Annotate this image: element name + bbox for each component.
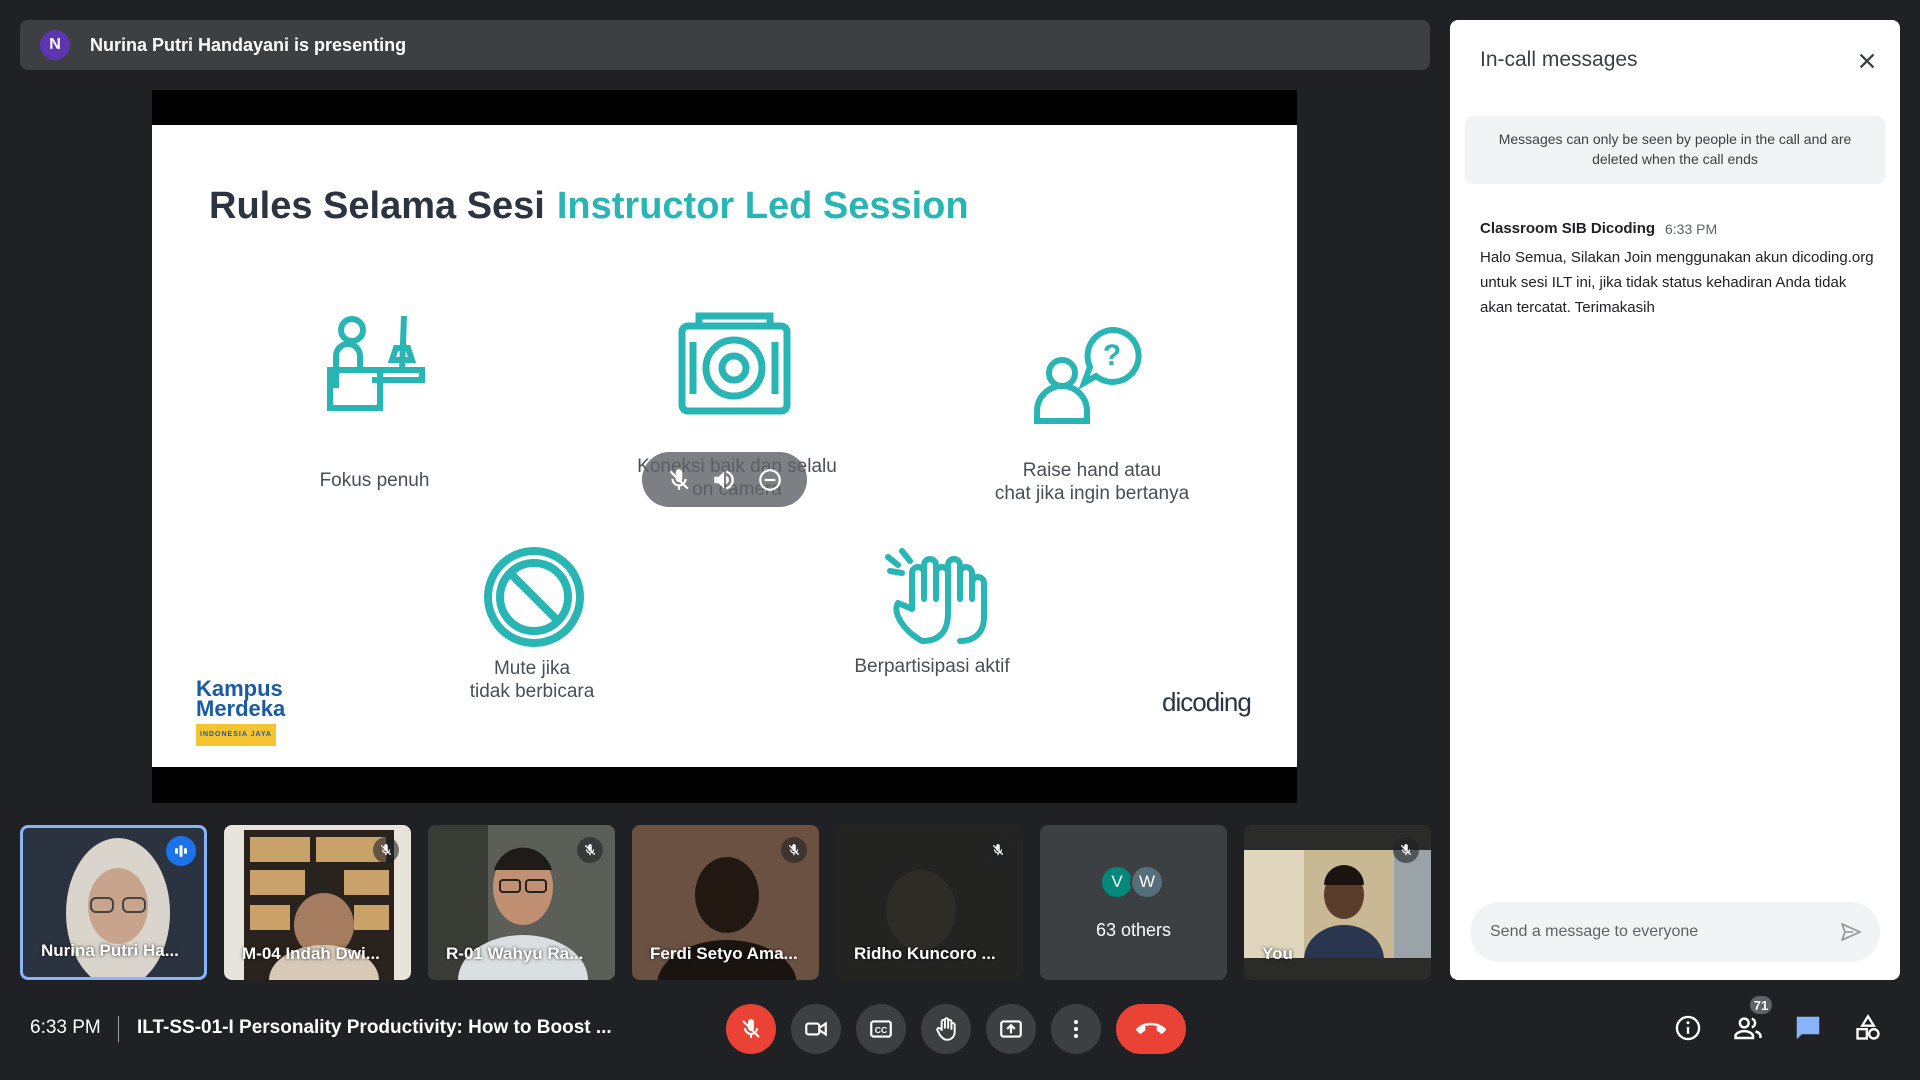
speaking-indicator-icon: [166, 836, 196, 866]
participant-tile-self[interactable]: You: [1244, 825, 1431, 980]
muted-mic-icon: [985, 837, 1011, 863]
hang-up-icon: [1136, 1022, 1166, 1034]
participant-name: R-01 Wahyu Ra...: [446, 944, 584, 963]
close-icon: [1859, 53, 1875, 69]
meeting-details-button[interactable]: [1668, 1008, 1708, 1048]
participant-tile[interactable]: Ridho Kuncoro ...: [836, 825, 1023, 980]
kampus-merdeka-logo: Kampus Merdeka INDONESIA JAYA: [196, 678, 285, 746]
more-vert-icon: [1074, 1020, 1078, 1038]
presentation-slide: Rules Selama Sesi Instructor Led Session …: [152, 125, 1297, 767]
chat-icon: [1796, 1016, 1820, 1040]
person-at-desk-icon: [327, 315, 425, 411]
participant-tile[interactable]: R-01 Wahyu Ra...: [428, 825, 615, 980]
closed-captions-icon: CC: [870, 1020, 892, 1038]
mic-off-icon: [742, 1019, 760, 1038]
presenting-bar: N Nurina Putri Handayani is presenting: [20, 20, 1430, 70]
slide-title-main: Rules Selama Sesi: [209, 185, 545, 227]
media-controls-overlay: [642, 452, 807, 507]
captions-button[interactable]: CC: [856, 1004, 906, 1054]
participant-name: Nurina Putri Ha...: [41, 941, 179, 960]
divider: [118, 1016, 119, 1042]
volume-icon[interactable]: [711, 467, 737, 493]
close-chat-button[interactable]: [1852, 46, 1882, 76]
chat-privacy-notice: Messages can only be seen by people in t…: [1465, 116, 1885, 184]
clock: 6:33 PM: [30, 1017, 101, 1038]
remove-icon[interactable]: [757, 467, 783, 493]
camera-icon: [678, 312, 791, 415]
prohibited-icon: [484, 547, 584, 647]
leave-call-button[interactable]: [1116, 1004, 1186, 1054]
rule-label-focus: Fokus penuh: [319, 470, 430, 491]
slide-title: Rules Selama Sesi Instructor Led Session: [209, 185, 969, 228]
slide-title-accent: Instructor Led Session: [556, 185, 969, 227]
present-now-button[interactable]: [986, 1004, 1036, 1054]
rule-label-raise-hand: Raise hand atau chat jika ingin bertanya: [994, 460, 1190, 504]
participant-video: [1244, 850, 1431, 958]
participant-tile[interactable]: Ferdi Setyo Ama...: [632, 825, 819, 980]
muted-mic-icon: [781, 837, 807, 863]
present-screen-icon: [1000, 1020, 1022, 1038]
raise-hand-button[interactable]: [921, 1004, 971, 1054]
chat-message-input[interactable]: [1470, 902, 1880, 962]
people-icon: [1734, 1017, 1762, 1040]
others-count-label: 63 others: [1095, 920, 1172, 940]
message-text: Halo Semua, Silakan Join menggunakan aku…: [1480, 249, 1874, 316]
others-tile[interactable]: V W 63 others: [1040, 825, 1227, 980]
participant-tile[interactable]: M-04 Indah Dwi...: [224, 825, 411, 980]
muted-mic-icon: [577, 837, 603, 863]
message-sender: Classroom SIB Dicoding: [1480, 220, 1656, 237]
participant-tile[interactable]: Nurina Putri Ha...: [20, 825, 207, 980]
more-options-button[interactable]: [1051, 1004, 1101, 1054]
activities-icon: [1856, 1014, 1880, 1040]
svg-text:?: ?: [1103, 339, 1121, 372]
avatar: V: [1100, 865, 1134, 899]
others-avatars: V W: [1100, 865, 1164, 899]
muted-mic-icon: [1393, 837, 1419, 863]
participant-name: M-04 Indah Dwi...: [242, 944, 380, 963]
chat-panel: In-call messages Messages can only be se…: [1450, 20, 1900, 980]
mute-mic-overlay-icon[interactable]: [666, 467, 692, 493]
chat-button[interactable]: [1788, 1008, 1828, 1048]
raised-hands-icon: [885, 548, 987, 644]
person-question-icon: ?: [1034, 326, 1142, 424]
microphone-toggle-button[interactable]: [726, 1004, 776, 1054]
message-timestamp: 6:33 PM: [1665, 221, 1718, 237]
meeting-title: ILT-SS-01-I Personality Productivity: Ho…: [137, 1017, 612, 1038]
participant-name: Ferdi Setyo Ama...: [650, 944, 798, 963]
avatar: W: [1130, 865, 1164, 899]
dicoding-logo: dicoding: [1162, 687, 1252, 717]
send-message-button[interactable]: [1836, 917, 1866, 947]
muted-mic-icon: [373, 837, 399, 863]
presenter-avatar: N: [40, 30, 70, 60]
video-camera-icon: [805, 1021, 827, 1037]
send-icon: [1841, 923, 1861, 941]
rule-label-participate: Berpartisipasi aktif: [854, 656, 1010, 677]
rule-label-mute: Mute jika tidak berbicara: [469, 658, 595, 702]
presentation-stage[interactable]: Rules Selama Sesi Instructor Led Session …: [152, 90, 1297, 803]
info-icon: [1675, 1015, 1701, 1041]
participant-name: You: [1262, 944, 1293, 963]
people-count-badge: 71: [1748, 994, 1774, 1016]
participant-name: Ridho Kuncoro ...: [854, 944, 996, 963]
svg-text:CC: CC: [875, 1025, 888, 1035]
chat-panel-title: In-call messages: [1480, 48, 1638, 71]
activities-button[interactable]: [1848, 1008, 1888, 1048]
hand-icon: [936, 1017, 956, 1041]
presenting-label: Nurina Putri Handayani is presenting: [90, 34, 407, 55]
camera-toggle-button[interactable]: [791, 1004, 841, 1054]
